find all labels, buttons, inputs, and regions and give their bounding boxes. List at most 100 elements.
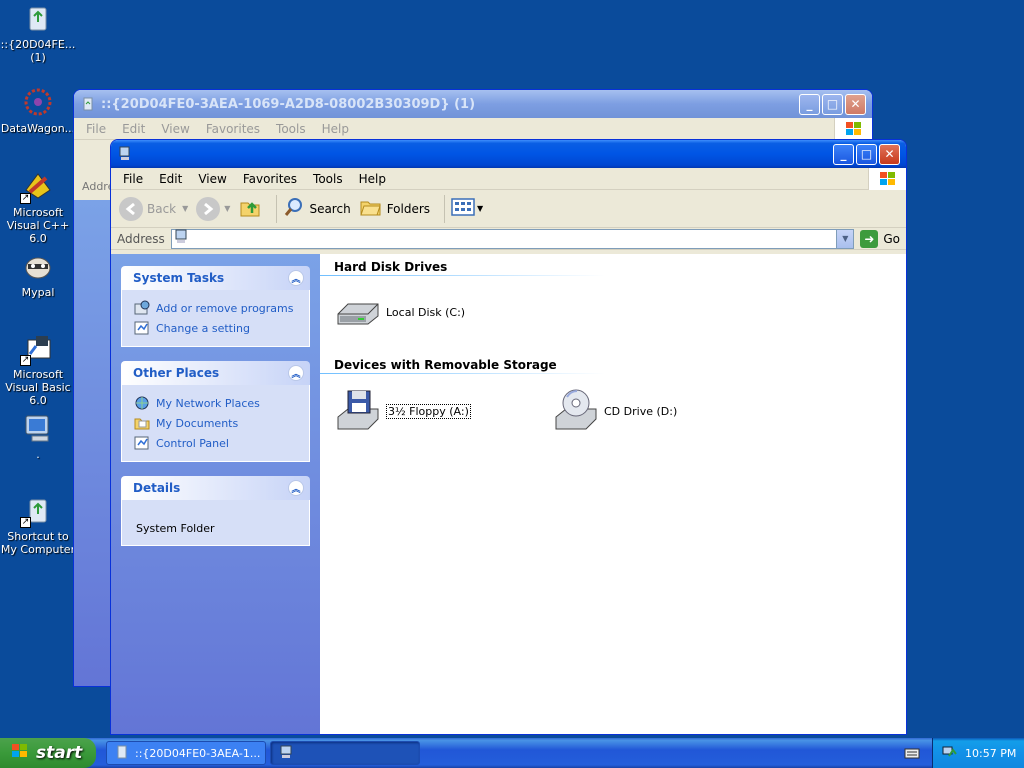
cd-drive-icon: [552, 387, 600, 435]
chevron-down-icon: ▼: [182, 204, 189, 213]
recycle-shortcut-icon: ↗: [20, 494, 54, 528]
address-input[interactable]: ▼: [170, 228, 855, 249]
toolbar-separator: [276, 194, 278, 223]
back-window-taskpane: [74, 200, 114, 686]
menu-file[interactable]: File: [115, 172, 151, 186]
drive-floppy-a[interactable]: 3½ Floppy (A:): [334, 387, 471, 435]
clock[interactable]: 10:57 PM: [965, 747, 1016, 760]
details-header[interactable]: Details ︽: [121, 476, 310, 500]
task-add-remove-programs[interactable]: Add or remove programs: [134, 298, 299, 318]
go-label: Go: [883, 231, 900, 246]
drive-cd-d[interactable]: CD Drive (D:): [552, 387, 677, 435]
minimize-button[interactable]: _: [833, 143, 854, 165]
content-area: Hard Disk Drives Local Disk (C:) Devices…: [320, 254, 906, 734]
desktop-icon-vb6[interactable]: ↗ Microsoft Visual Basic 6.0: [0, 332, 76, 407]
system-tray: 10:57 PM: [932, 738, 1024, 768]
keyboard-icon[interactable]: [904, 745, 920, 761]
taskbar-button-my-computer[interactable]: [270, 741, 420, 765]
place-my-network-places[interactable]: My Network Places: [134, 393, 299, 413]
menu-favorites[interactable]: Favorites: [198, 122, 268, 136]
computer-icon: [174, 229, 188, 248]
back-window-title: ::{20D04FE0-3AEA-1069-A2D8-08002B30309D}…: [101, 96, 476, 112]
explorer-window[interactable]: _ □ ✕ File Edit View Favorites Tools Hel…: [110, 139, 907, 735]
panel-body: System Folder: [121, 500, 310, 546]
desktop-icon-recycle[interactable]: ::{20D04FE... (1): [0, 2, 76, 64]
desktop-icon-datawagon[interactable]: DataWagon...: [0, 86, 76, 135]
desktop-icon-computer[interactable]: .: [0, 412, 76, 461]
back-window-menubar: File Edit View Favorites Tools Help: [74, 118, 872, 140]
desktop-icon-shortcut-my-computer[interactable]: ↗ Shortcut to My Computer: [0, 494, 76, 556]
toolbar: Back ▼ ▼ Search Folders ▼: [111, 190, 906, 228]
up-folder-icon: [238, 195, 262, 222]
back-button[interactable]: Back ▼: [119, 196, 189, 221]
go-button[interactable]: ➜ Go: [854, 229, 906, 248]
back-window-titlebar[interactable]: ::{20D04FE0-3AEA-1069-A2D8-08002B30309D}…: [74, 90, 872, 118]
raccoon-icon: [22, 250, 54, 282]
desktop-icon-mypal[interactable]: Mypal: [0, 250, 76, 299]
panel-title: Other Places: [133, 366, 220, 380]
up-folder-button[interactable]: [238, 195, 262, 222]
desktop-icon-label: Microsoft Visual C++ 6.0: [6, 206, 70, 245]
menubar: File Edit View Favorites Tools Help: [111, 168, 906, 190]
add-remove-programs-icon: [134, 300, 150, 316]
system-tasks-panel: System Tasks ︽ Add or remove programs Ch…: [121, 266, 310, 347]
close-button[interactable]: ✕: [845, 93, 866, 115]
window-titlebar[interactable]: _ □ ✕: [111, 140, 906, 168]
menu-view[interactable]: View: [190, 172, 234, 186]
collapse-chevron-icon[interactable]: ︽: [288, 365, 304, 381]
minimize-icon: _: [840, 147, 847, 161]
drive-local-disk-c[interactable]: Local Disk (C:): [334, 288, 465, 336]
place-control-panel[interactable]: Control Panel: [134, 433, 299, 453]
task-label: Change a setting: [156, 321, 250, 335]
views-button[interactable]: ▼: [451, 198, 483, 219]
close-button[interactable]: ✕: [879, 143, 900, 165]
system-tasks-header[interactable]: System Tasks ︽: [121, 266, 310, 290]
maximize-icon: □: [860, 147, 873, 161]
floppy-drive-icon: [334, 387, 382, 435]
place-my-documents[interactable]: My Documents: [134, 413, 299, 433]
menu-file[interactable]: File: [78, 122, 114, 136]
task-label: Add or remove programs: [156, 301, 294, 315]
taskbar-button-recycle-window[interactable]: ::{20D04FE0-3AEA-1...: [106, 741, 266, 765]
desktop-icon-label: .: [36, 448, 40, 461]
close-icon: ✕: [884, 147, 895, 161]
search-button[interactable]: Search: [283, 196, 351, 221]
computer-icon: [117, 146, 133, 162]
forward-button[interactable]: ▼: [196, 196, 231, 221]
toolbar-separator: [444, 194, 446, 223]
collapse-chevron-icon[interactable]: ︽: [288, 270, 304, 286]
folders-button[interactable]: Folders: [359, 196, 430, 221]
drive-label: Local Disk (C:): [386, 305, 466, 319]
desktop-icon-label: DataWagon...: [0, 122, 76, 135]
task-change-setting[interactable]: Change a setting: [134, 318, 299, 338]
group-header-removable: Devices with Removable Storage: [320, 356, 906, 374]
menu-edit[interactable]: Edit: [114, 122, 153, 136]
desktop-icon-label: Mypal: [21, 286, 55, 299]
panel-title: Details: [133, 481, 181, 495]
address-dropdown-button[interactable]: ▼: [836, 229, 854, 248]
other-places-header[interactable]: Other Places ︽: [121, 361, 310, 385]
windows-flag-icon: [834, 118, 872, 140]
address-bar: Address ▼ ➜ Go: [111, 228, 906, 250]
menu-tools[interactable]: Tools: [305, 172, 351, 186]
maximize-button[interactable]: □: [822, 93, 843, 115]
group-header-hard-disks: Hard Disk Drives: [320, 258, 906, 276]
menu-view[interactable]: View: [153, 122, 197, 136]
menu-help[interactable]: Help: [351, 172, 394, 186]
menu-tools[interactable]: Tools: [268, 122, 314, 136]
network-icon[interactable]: [941, 744, 957, 763]
chevron-down-icon: ▼: [224, 204, 231, 213]
back-label: Back: [147, 201, 177, 216]
menu-help[interactable]: Help: [314, 122, 357, 136]
collapse-chevron-icon[interactable]: ︽: [288, 480, 304, 496]
start-button[interactable]: start: [0, 738, 96, 768]
shortcut-arrow-icon: ↗: [20, 517, 31, 528]
menu-favorites[interactable]: Favorites: [235, 172, 305, 186]
maximize-button[interactable]: □: [856, 143, 877, 165]
other-places-panel: Other Places ︽ My Network Places My Docu…: [121, 361, 310, 462]
shortcut-arrow-icon: ↗: [20, 355, 31, 366]
desktop-icon-vc6[interactable]: ↗ Microsoft Visual C++ 6.0: [0, 170, 76, 245]
minimize-button[interactable]: _: [799, 93, 820, 115]
menu-edit[interactable]: Edit: [151, 172, 190, 186]
desktop-icon-label: ::{20D04FE... (1): [0, 38, 76, 64]
